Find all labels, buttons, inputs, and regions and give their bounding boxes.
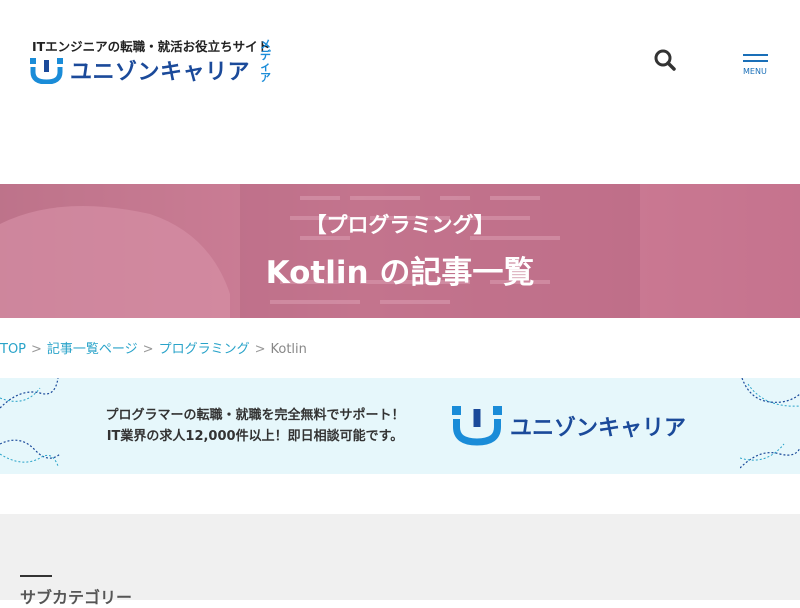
logo-brand-name: ユニゾンキャリア: [70, 60, 251, 85]
logo-u-icon: [452, 406, 502, 446]
hero-banner: 【プログラミング】 Kotlin の記事一覧: [0, 184, 800, 318]
logo-tagline: ITエンジニアの転職・就活お役立ちサイト: [32, 39, 271, 54]
promo-line-2: IT業界の求人12,000件以上！即日相談可能です。: [106, 429, 404, 444]
promo-line-1: プログラマーの転職・就職を完全無料でサポート！: [105, 408, 405, 423]
subcategory-heading: サブカテゴリー: [20, 588, 133, 607]
logo-media-label: メディア: [260, 38, 271, 84]
subcategory-section: サブカテゴリー: [0, 514, 800, 607]
dna-helix-icon: [740, 378, 800, 469]
breadcrumb-separator: >: [142, 342, 154, 357]
menu-label: MENU: [743, 67, 767, 76]
breadcrumb-programming[interactable]: プログラミング: [159, 342, 250, 357]
page-title: Kotlin の記事一覧: [265, 255, 535, 291]
dna-helix-icon: [0, 378, 60, 467]
logo-u-icon: [30, 58, 63, 84]
promo-text: プログラマーの転職・就職を完全無料でサポート！ IT業界の求人12,000件以上…: [90, 405, 420, 447]
breadcrumb-top[interactable]: TOP: [0, 342, 26, 357]
heading-rule: [20, 575, 52, 577]
search-icon: [654, 49, 676, 71]
promo-brand-name: ユニゾンキャリア: [510, 416, 687, 441]
breadcrumb-article-list[interactable]: 記事一覧ページ: [47, 342, 138, 357]
hero-category: 【プログラミング】: [305, 213, 495, 237]
breadcrumb-separator: >: [254, 342, 266, 357]
site-header: ITエンジニアの転職・就活お役立ちサイト ユニゾンキャリア メディア MENU: [0, 0, 800, 184]
breadcrumb: TOP > 記事一覧ページ > プログラミング > Kotlin: [0, 338, 307, 358]
site-logo[interactable]: ITエンジニアの転職・就活お役立ちサイト ユニゾンキャリア メディア: [30, 36, 280, 88]
promo-logo: ユニゾンキャリア: [452, 406, 692, 446]
breadcrumb-current: Kotlin: [270, 342, 307, 357]
promo-banner[interactable]: プログラマーの転職・就職を完全無料でサポート！ IT業界の求人12,000件以上…: [0, 378, 800, 474]
search-button[interactable]: [653, 48, 677, 72]
hamburger-icon: [743, 54, 768, 56]
menu-button[interactable]: MENU: [743, 52, 769, 78]
breadcrumb-separator: >: [31, 342, 42, 357]
